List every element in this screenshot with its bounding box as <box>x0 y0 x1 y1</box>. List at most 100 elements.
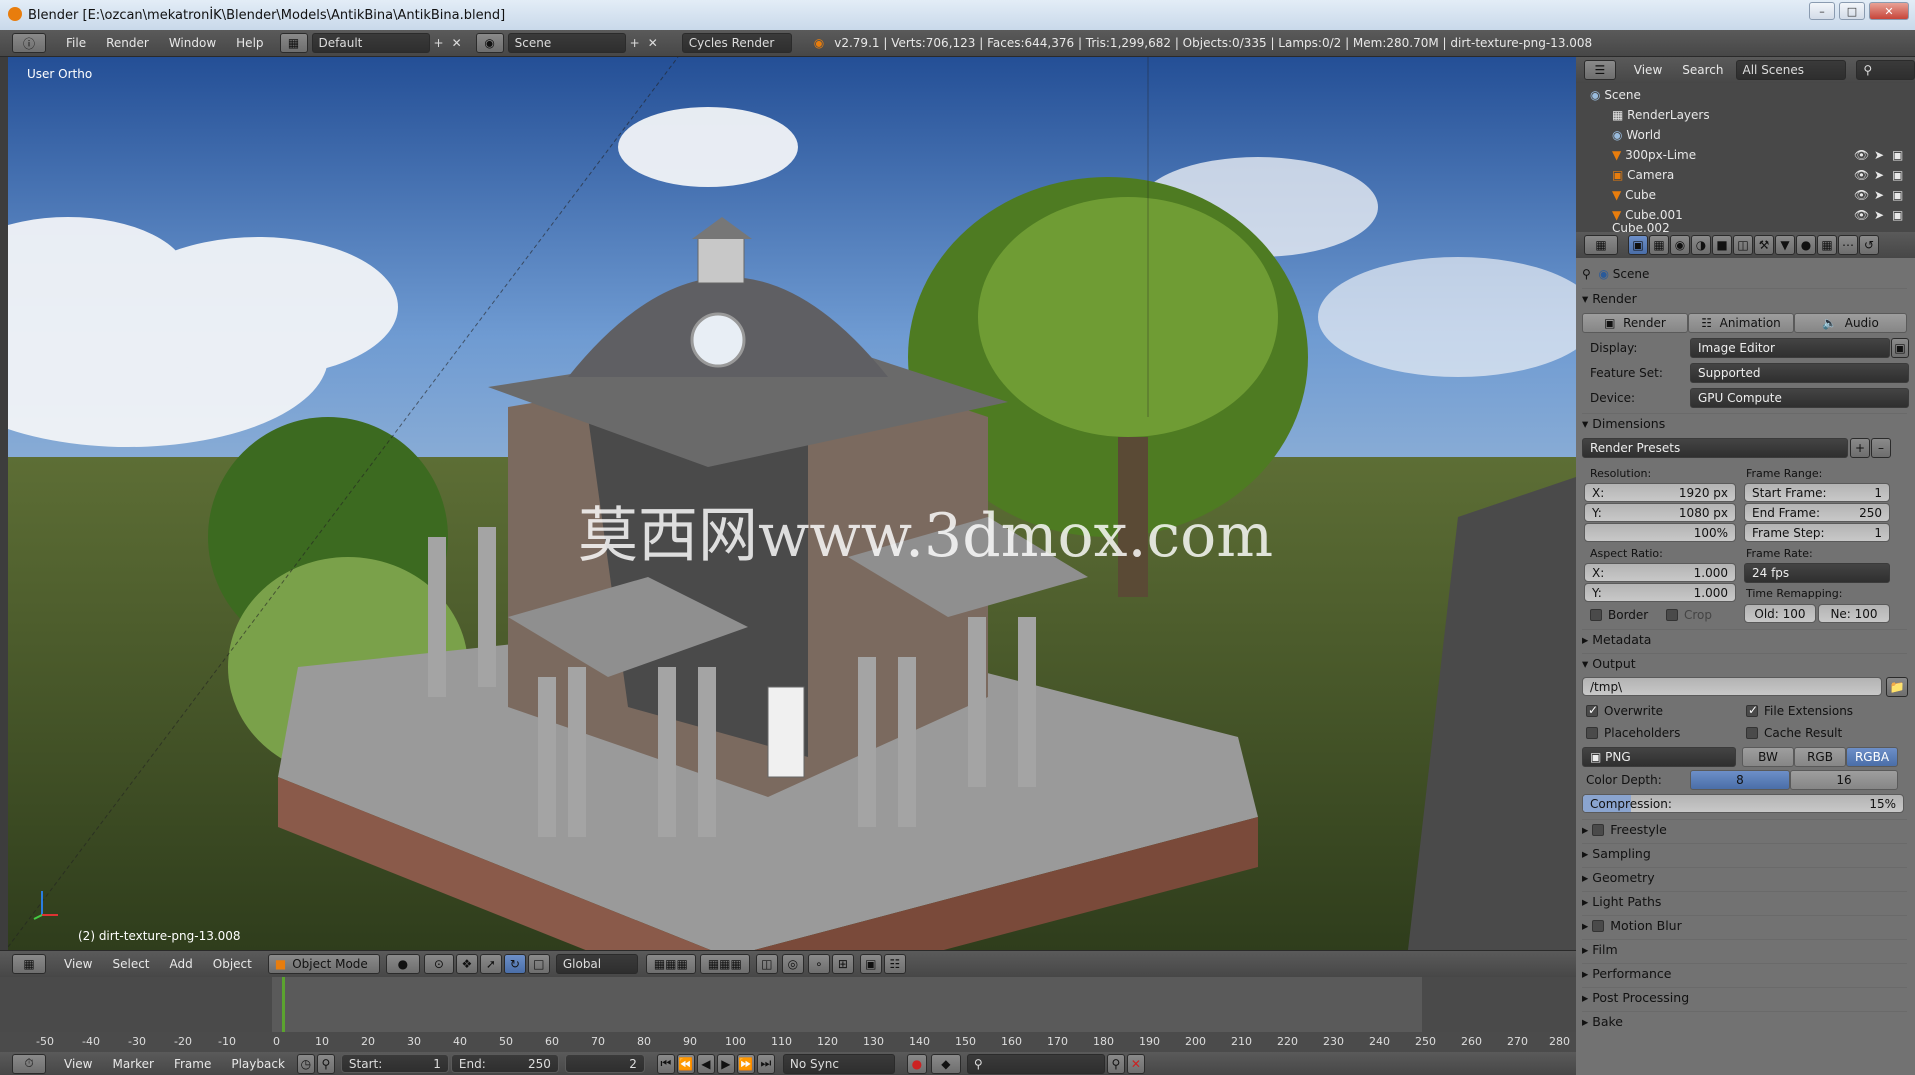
file-extensions-checkbox[interactable] <box>1746 703 1758 717</box>
cache-result-toggle[interactable]: Cache Result <box>1746 723 1896 743</box>
select-arrow-icon[interactable]: ➤ <box>1874 188 1884 202</box>
play-reverse-icon[interactable]: ◀ <box>696 1053 715 1074</box>
file-extensions-toggle[interactable]: File Extensions <box>1746 701 1896 721</box>
editor-type-properties-icon[interactable]: ▦ <box>1584 235 1618 255</box>
render-engine-select[interactable]: Cycles Render <box>681 33 792 53</box>
layers-grid-2[interactable]: ▦▦▦ <box>699 954 750 974</box>
crop-toggle[interactable]: Crop <box>1666 605 1736 625</box>
frame-rate-select[interactable]: 24 fps <box>1744 563 1890 583</box>
color-mode-bw[interactable]: BW <box>1742 747 1794 767</box>
select-arrow-icon[interactable]: ➤ <box>1874 168 1884 182</box>
add-layout-icon[interactable]: + <box>434 37 444 49</box>
tab-modifiers-icon[interactable]: ⚒ <box>1754 235 1774 255</box>
feature-set-select[interactable]: Supported <box>1690 363 1909 383</box>
play-icon[interactable]: ▶ <box>716 1053 735 1074</box>
menu-marker[interactable]: Marker <box>102 1057 163 1071</box>
outliner[interactable]: ☰ View Search All Scenes ⚲ ◉ Scene ▦ Ren… <box>1576 57 1915 232</box>
render-presets-select[interactable]: Render Presets <box>1582 438 1848 458</box>
device-select[interactable]: GPU Compute <box>1690 388 1909 408</box>
select-arrow-icon[interactable]: ➤ <box>1874 148 1884 162</box>
tab-render-icon[interactable]: ▣ <box>1628 235 1648 255</box>
remove-layout-icon[interactable]: ✕ <box>452 37 462 49</box>
outliner-row-scene[interactable]: ◉ Scene <box>1576 85 1915 105</box>
3d-viewport[interactable]: User Ortho 莫西网www.3dmox.com (2) dirt-tex… <box>8 57 1576 950</box>
menu-playback[interactable]: Playback <box>221 1057 295 1071</box>
start-frame-field[interactable]: Start Frame: 1 <box>1744 483 1890 502</box>
render-button[interactable]: ▣ Render <box>1582 313 1688 333</box>
menu-help[interactable]: Help <box>226 36 273 50</box>
cache-result-checkbox[interactable] <box>1746 727 1758 739</box>
maximize-button[interactable]: □ <box>1839 2 1865 20</box>
placeholders-toggle[interactable]: Placeholders <box>1586 723 1736 743</box>
overwrite-toggle[interactable]: Overwrite <box>1586 701 1736 721</box>
tab-data-icon[interactable]: ▼ <box>1775 235 1795 255</box>
outliner-row-cube[interactable]: ▼ Cube 👁 ➤ ▣ <box>1576 185 1915 205</box>
time-remap-old-field[interactable]: Old: 100 <box>1744 604 1816 623</box>
panel-bake-header[interactable]: ▸ Bake <box>1582 1011 1907 1031</box>
editor-type-timeline-icon[interactable]: ⏱ <box>12 1053 46 1074</box>
scale-icon[interactable]: □ <box>527 954 550 974</box>
snap-target-icon[interactable]: ⊞ <box>831 954 854 974</box>
select-arrow-icon[interactable]: ➤ <box>1874 208 1884 222</box>
lock-layer-icon[interactable]: ◫ <box>755 954 778 974</box>
translate-icon[interactable]: ➚ <box>479 954 502 974</box>
tab-render-layers-icon[interactable]: ▦ <box>1649 235 1669 255</box>
color-depth-16[interactable]: 16 <box>1790 770 1898 790</box>
editor-type-outliner-icon[interactable]: ☰ <box>1584 60 1616 80</box>
delete-keyframe-icon[interactable]: ✕ <box>1126 1053 1145 1074</box>
folder-browse-icon[interactable]: 📁 <box>1886 677 1908 697</box>
add-preset-button[interactable]: + <box>1850 438 1870 458</box>
timeline[interactable]: -50 -40 -30 -20 -10 0 10 20 30 40 50 60 … <box>0 977 1576 1052</box>
panel-post-processing-header[interactable]: ▸ Post Processing <box>1582 987 1907 1007</box>
menu-add[interactable]: Add <box>160 957 203 971</box>
current-frame-field[interactable]: 2 <box>564 1054 645 1073</box>
crop-checkbox[interactable] <box>1666 609 1678 621</box>
render-camera-icon[interactable]: ▣ <box>1892 148 1903 162</box>
preview-range-icon[interactable]: ◷ <box>296 1053 315 1074</box>
end-frame-field[interactable]: End: 250 <box>450 1054 559 1073</box>
end-frame-field[interactable]: End Frame: 250 <box>1744 503 1890 522</box>
audio-button[interactable]: 🔈 Audio <box>1794 313 1907 333</box>
prev-key-icon[interactable]: ⏪ <box>676 1053 695 1074</box>
tab-particles-icon[interactable]: ⋯ <box>1838 235 1858 255</box>
screen-layout-icon[interactable]: ▦ <box>279 33 308 53</box>
visibility-eye-icon[interactable]: 👁 <box>1854 188 1869 202</box>
record-icon[interactable]: ● <box>906 1053 927 1074</box>
visibility-eye-icon[interactable]: 👁 <box>1854 148 1869 162</box>
jump-end-icon[interactable]: ⏭ <box>756 1053 775 1074</box>
color-mode-rgb[interactable]: RGB <box>1794 747 1846 767</box>
resolution-y-field[interactable]: Y: 1080 px <box>1584 503 1736 522</box>
pin-icon[interactable]: ⚲ <box>1582 267 1591 281</box>
panel-metadata-header[interactable]: ▸ Metadata <box>1582 629 1907 649</box>
panel-film-header[interactable]: ▸ Film <box>1582 939 1907 959</box>
motion-blur-checkbox[interactable] <box>1592 919 1605 932</box>
jump-start-icon[interactable]: ⏮ <box>656 1053 675 1074</box>
outliner-row-cube-002[interactable]: Cube.002 <box>1576 223 1915 232</box>
menu-frame[interactable]: Frame <box>164 1057 221 1071</box>
render-camera-icon[interactable]: ▣ <box>1892 208 1903 222</box>
shading-select[interactable]: ● <box>385 954 420 974</box>
proportional-edit-icon[interactable]: ◎ <box>781 954 804 974</box>
outliner-row-camera[interactable]: ▣ Camera 👁 ➤ ▣ <box>1576 165 1915 185</box>
panel-performance-header[interactable]: ▸ Performance <box>1582 963 1907 983</box>
tab-constraints-icon[interactable]: ◫ <box>1733 235 1753 255</box>
render-camera-icon[interactable]: ▣ <box>1892 168 1903 182</box>
menu-view[interactable]: View <box>54 1057 102 1071</box>
close-button[interactable]: ✕ <box>1869 2 1909 20</box>
add-scene-icon[interactable]: + <box>630 37 640 49</box>
animation-button[interactable]: ☷ Animation <box>1688 313 1794 333</box>
menu-select[interactable]: Select <box>102 957 159 971</box>
render-camera-icon[interactable]: ▣ <box>1892 188 1903 202</box>
outliner-row-cube-001[interactable]: ▼ Cube.001 👁 ➤ ▣ <box>1576 205 1915 225</box>
display-select[interactable]: Image Editor <box>1690 338 1890 358</box>
panel-output-header[interactable]: ▾ Output <box>1582 653 1907 673</box>
tab-material-icon[interactable]: ● <box>1796 235 1816 255</box>
remove-scene-icon[interactable]: ✕ <box>648 37 658 49</box>
panel-geometry-header[interactable]: ▸ Geometry <box>1582 867 1907 887</box>
layers-grid[interactable]: ▦▦▦ <box>645 954 696 974</box>
tab-physics-icon[interactable]: ↺ <box>1859 235 1879 255</box>
border-toggle[interactable]: Border <box>1590 605 1660 625</box>
outliner-row-object[interactable]: ▼ 300px-Lime 👁 ➤ ▣ <box>1576 145 1915 165</box>
menu-render[interactable]: Render <box>96 36 159 50</box>
pivot-select[interactable]: ⊙ <box>423 954 454 974</box>
